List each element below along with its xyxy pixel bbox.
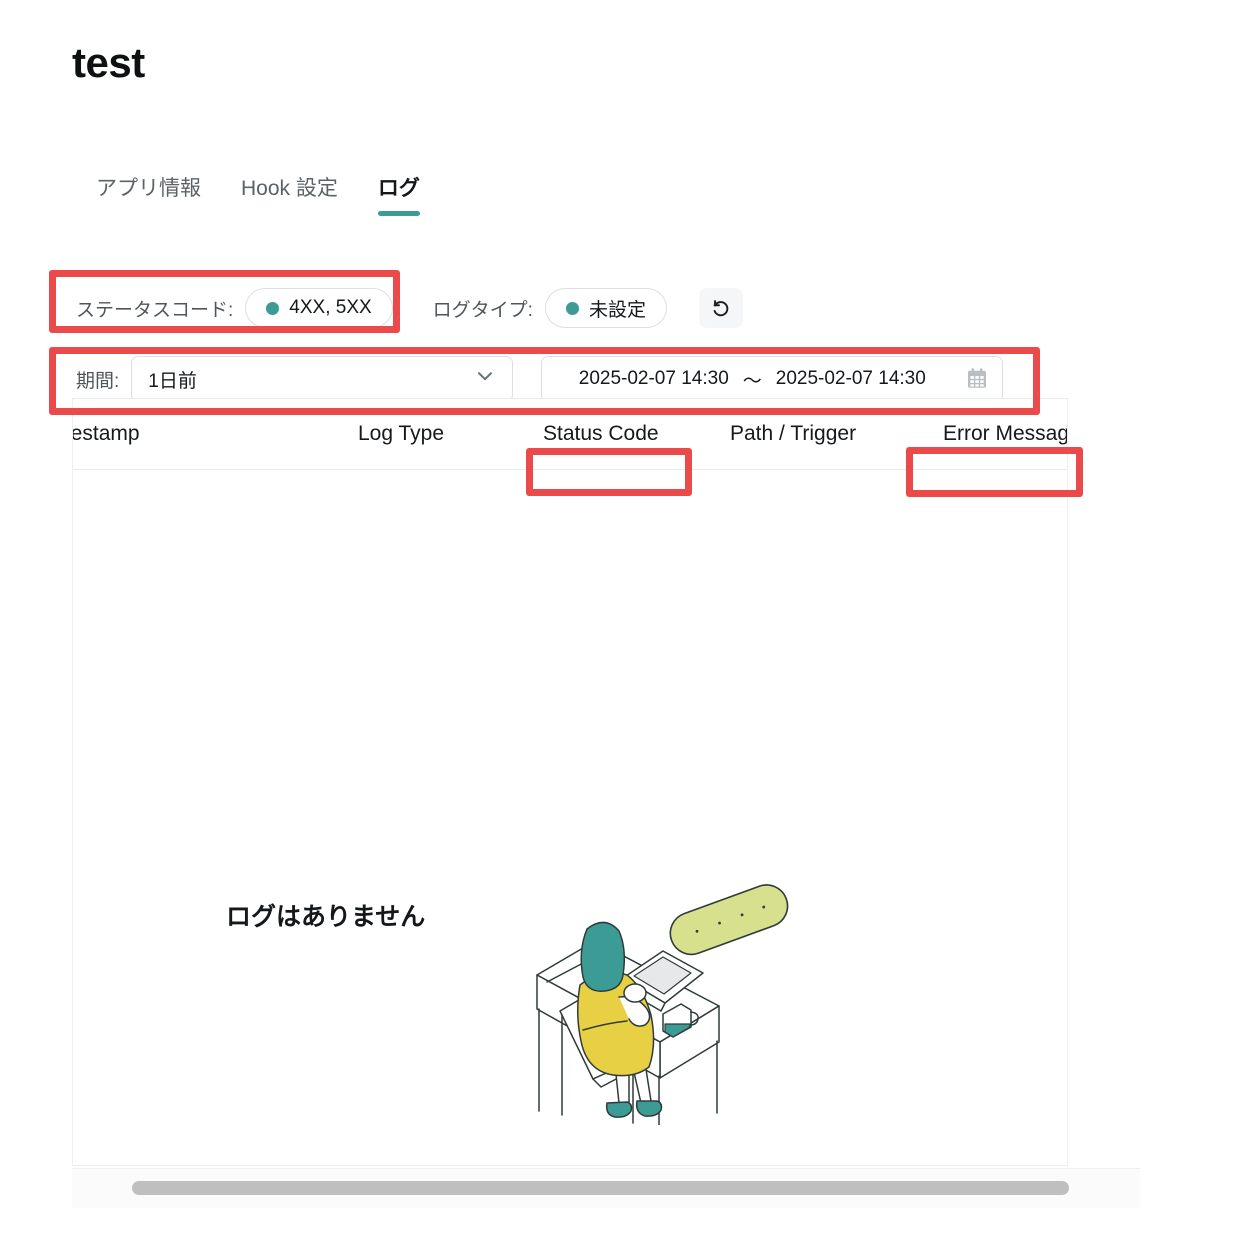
status-dot-icon [266,301,280,315]
chevron-down-icon [474,365,496,393]
calendar-icon [966,368,988,391]
filter-row-period: 期間: 1日前 2025-02-07 14:30 〜 2025-02-07 14… [76,356,1004,402]
tab-app-info[interactable]: アプリ情報 [96,172,201,222]
date-range-start: 2025-02-07 14:30 [578,368,729,389]
page-title: test [72,39,145,86]
log-table-card: nestamp Log Type Status Code Path / Trig… [72,398,1068,1166]
tab-hook-settings[interactable]: Hook 設定 [241,172,338,222]
tab-logs[interactable]: ログ [377,172,420,222]
log-type-dot-icon [565,301,579,315]
status-code-filter-chip[interactable]: 4XX, 5XX [245,288,393,328]
column-header-timestamp[interactable]: nestamp [73,422,140,446]
column-header-log-type[interactable]: Log Type [358,422,444,446]
date-range-picker[interactable]: 2025-02-07 14:30 〜 2025-02-07 14:30 [541,356,1004,402]
column-header-status-code[interactable]: Status Code [543,422,659,446]
tab-bar: アプリ情報 Hook 設定 ログ [96,172,420,222]
log-table-header-row: nestamp Log Type Status Code Path / Trig… [73,398,1067,470]
column-header-path-trigger[interactable]: Path / Trigger [730,422,856,446]
log-table-body: ログはありません [73,470,1067,1164]
status-code-filter-label: ステータスコード: [76,299,234,321]
log-type-filter-value: 未設定 [588,299,646,321]
status-code-filter-value: 4XX, 5XX [289,297,372,318]
log-page: test アプリ情報 Hook 設定 ログ ステータスコード: 4XX, 5XX… [0,0,1242,1248]
filter-row-primary: ステータスコード: 4XX, 5XX ログタイプ: 未設定 [76,288,743,328]
reset-filters-button[interactable] [698,288,743,328]
person-at-desk-illustration [523,875,793,1130]
empty-state-message: ログはありません [226,903,426,931]
column-header-error-message[interactable]: Error Message [943,422,1067,446]
period-select-value: 1日前 [148,370,197,392]
log-type-filter-chip[interactable]: 未設定 [544,288,667,328]
log-type-filter-label: ログタイプ: [432,299,533,321]
date-range-separator: 〜 [742,370,762,392]
reset-arrow-icon [713,300,729,317]
period-select[interactable]: 1日前 [131,356,514,402]
period-label: 期間: [76,370,120,392]
horizontal-scrollbar-thumb[interactable] [132,1181,1069,1195]
date-range-end: 2025-02-07 14:30 [775,368,926,389]
